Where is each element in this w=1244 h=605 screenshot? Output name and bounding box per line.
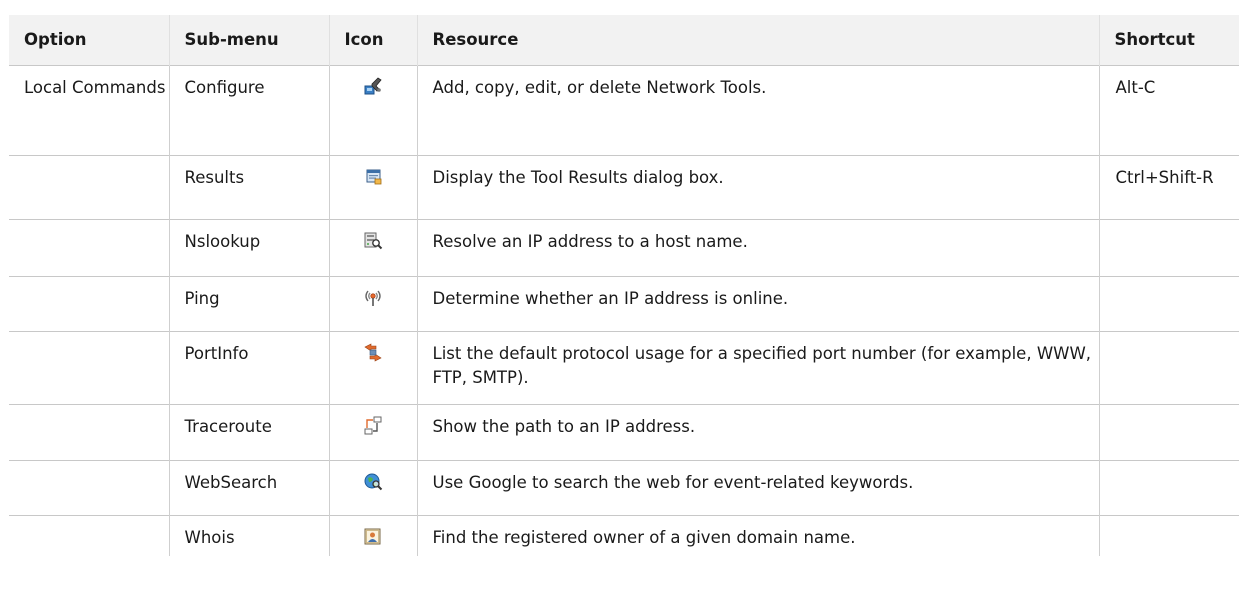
globe-search-icon	[363, 472, 383, 492]
submenu-cell: PortInfo	[168, 331, 329, 405]
icon-cell	[328, 404, 417, 461]
option-cell	[9, 404, 169, 461]
icon-cell	[328, 219, 417, 277]
header-option: Option	[24, 30, 87, 49]
port-arrows-icon	[363, 343, 383, 363]
option-cell: Local Commands	[9, 65, 169, 156]
header-row: Option Sub-menu Icon Resource Shortcut	[9, 15, 1239, 66]
menu-reference-table-container: Option Sub-menu Icon Resource Shortcut L…	[9, 15, 1239, 556]
header-icon: Icon	[328, 15, 417, 66]
server-search-icon	[363, 231, 383, 251]
shortcut-cell	[1098, 460, 1239, 516]
resource-cell: List the default protocol usage for a sp…	[416, 331, 1099, 405]
table-row: PortInfo List the default protocol usage…	[9, 331, 1239, 405]
option-cell	[9, 331, 169, 405]
menu-reference-table: Option Sub-menu Icon Resource Shortcut L…	[9, 15, 1239, 556]
table-body: Local Commands Configure Add, copy, edit…	[9, 65, 1239, 556]
submenu-cell: Configure	[168, 65, 329, 156]
icon-cell	[328, 276, 417, 332]
table-row: Local Commands Configure Add, copy, edit…	[9, 65, 1239, 156]
header-resource: Resource	[416, 15, 1099, 66]
icon-cell	[328, 331, 417, 405]
submenu-cell: Results	[168, 155, 329, 220]
option-cell	[9, 460, 169, 516]
shortcut-cell	[1098, 331, 1239, 405]
results-window-icon	[363, 167, 383, 187]
shortcut-cell	[1098, 515, 1239, 556]
resource-cell: Display the Tool Results dialog box.	[416, 155, 1099, 220]
icon-cell	[328, 155, 417, 220]
icon-cell	[328, 460, 417, 516]
table-row: Traceroute Show the path to an IP addres…	[9, 404, 1239, 461]
table-row: Nslookup Resolve an IP address to a host…	[9, 219, 1239, 277]
signal-broadcast-icon	[363, 288, 383, 308]
table-row: Whois Find the registered owner of a giv…	[9, 515, 1239, 556]
header-submenu: Sub-menu	[168, 15, 329, 66]
submenu-cell: Ping	[168, 276, 329, 332]
option-cell	[9, 515, 169, 556]
icon-cell	[328, 65, 417, 156]
resource-cell: Use Google to search the web for event-r…	[416, 460, 1099, 516]
resource-cell: Add, copy, edit, or delete Network Tools…	[416, 65, 1099, 156]
wrench-tool-icon	[363, 77, 383, 97]
table-row: Results Display the Tool Results dialog …	[9, 155, 1239, 220]
resource-cell: Show the path to an IP address.	[416, 404, 1099, 461]
resource-cell: Find the registered owner of a given dom…	[416, 515, 1099, 556]
shortcut-cell: Alt-C	[1098, 65, 1239, 156]
table-header: Option Sub-menu Icon Resource Shortcut	[9, 15, 1239, 66]
shortcut-cell: Ctrl+Shift-R	[1098, 155, 1239, 220]
submenu-cell: Traceroute	[168, 404, 329, 461]
shortcut-cell	[1098, 276, 1239, 332]
submenu-cell: Nslookup	[168, 219, 329, 277]
header-shortcut: Shortcut	[1098, 15, 1239, 66]
shortcut-cell	[1098, 219, 1239, 277]
submenu-cell: WebSearch	[168, 460, 329, 516]
resource-cell: Determine whether an IP address is onlin…	[416, 276, 1099, 332]
icon-cell	[328, 515, 417, 556]
resource-cell: Resolve an IP address to a host name.	[416, 219, 1099, 277]
table-row: Ping Determine whether an IP address is …	[9, 276, 1239, 332]
route-path-icon	[363, 416, 383, 436]
option-cell	[9, 219, 169, 277]
option-cell	[9, 155, 169, 220]
submenu-cell: Whois	[168, 515, 329, 556]
user-lookup-icon	[363, 527, 383, 547]
option-cell	[9, 276, 169, 332]
table-row: WebSearch Use Google to search the web f…	[9, 460, 1239, 516]
shortcut-cell	[1098, 404, 1239, 461]
